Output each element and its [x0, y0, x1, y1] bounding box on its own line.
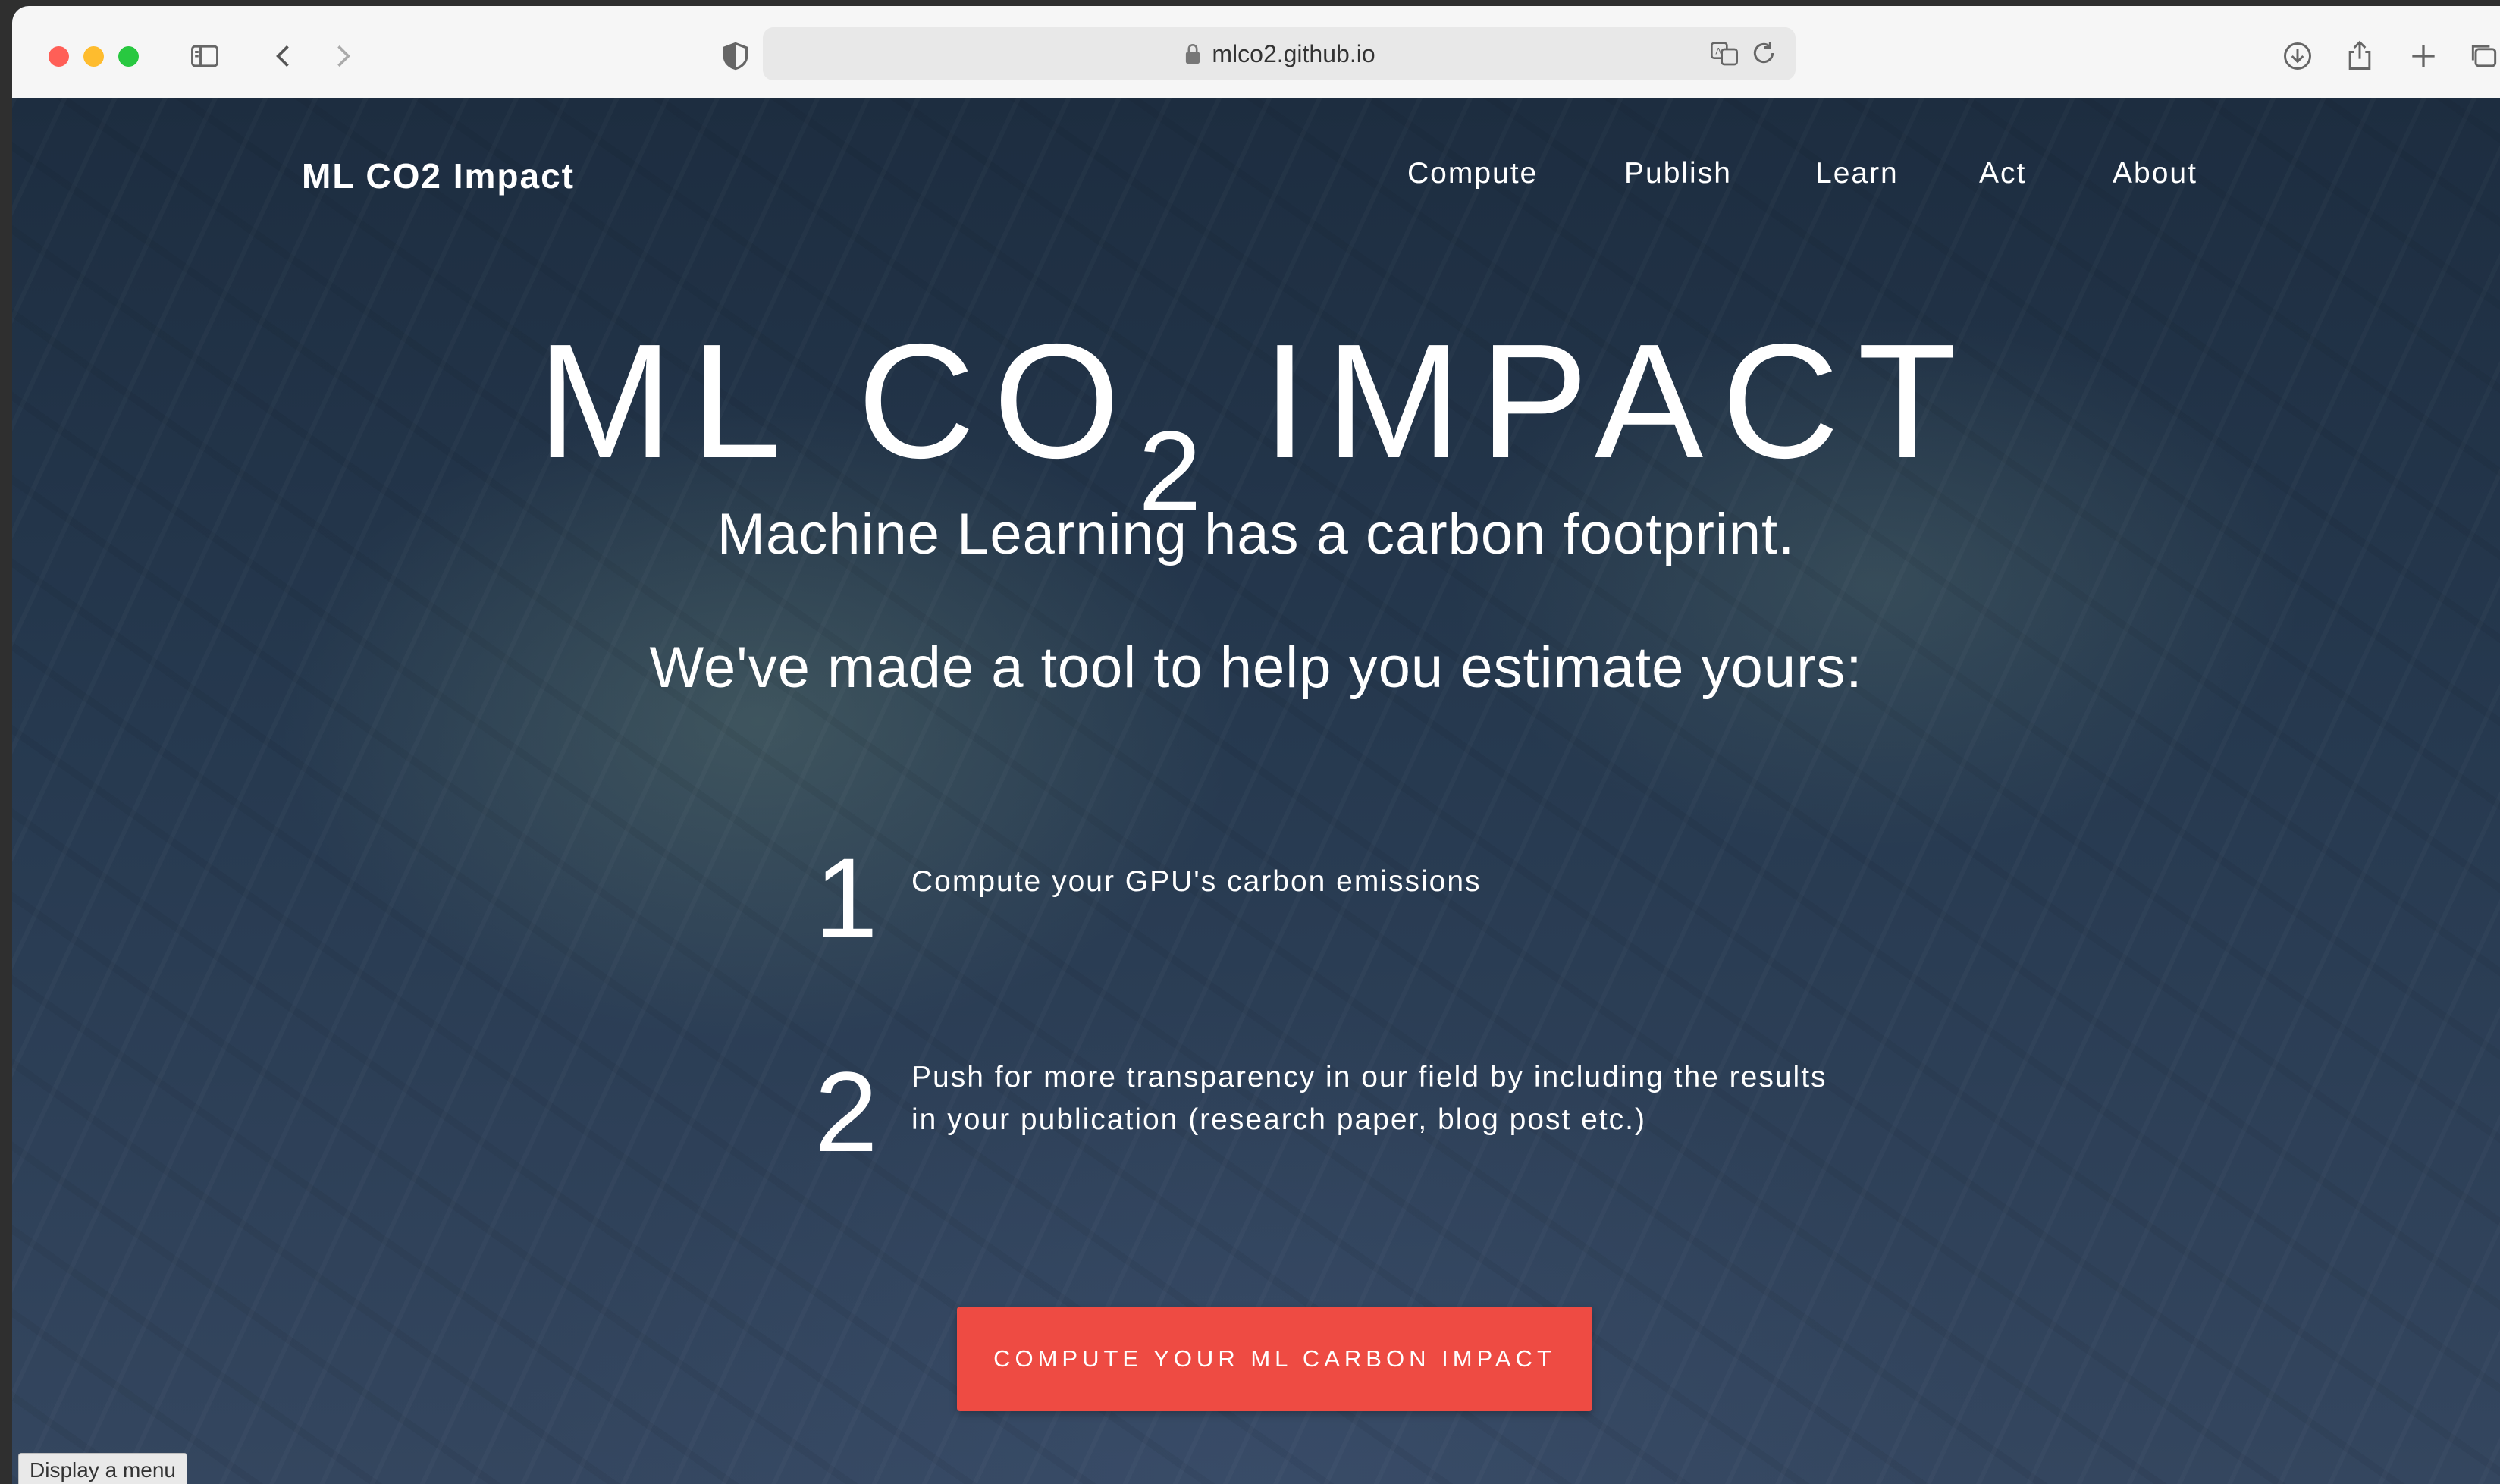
nav-about[interactable]: About — [2113, 157, 2197, 190]
step-text: Compute your GPU's carbon emissions — [911, 865, 1482, 898]
download-icon[interactable] — [2276, 35, 2319, 77]
close-window-button[interactable] — [49, 46, 69, 67]
tagline-carbon-footprint: Machine Learning has a carbon footprint. — [717, 502, 1796, 566]
forward-arrow-icon[interactable] — [322, 35, 364, 77]
step-number: 1 — [814, 834, 878, 962]
privacy-shield-icon[interactable] — [714, 35, 757, 77]
status-tooltip: Display a menu — [18, 1453, 187, 1484]
browser-window: mlco2.github.io A ML CO2 Impact Compute … — [12, 6, 2500, 1484]
step-text: Push for more transparency in our field … — [911, 1061, 1827, 1136]
hero-title-right: IMPACT — [1262, 309, 1975, 493]
lock-icon — [1186, 44, 1200, 64]
back-arrow-icon[interactable] — [262, 35, 305, 77]
hero-title: ML CO2 IMPACT — [12, 319, 2500, 528]
sidebar-icon[interactable] — [184, 35, 226, 77]
nav-compute[interactable]: Compute — [1407, 157, 1538, 190]
step-number: 2 — [814, 1048, 878, 1175]
new-tab-plus-icon[interactable] — [2402, 35, 2445, 77]
url-text: mlco2.github.io — [1212, 39, 1375, 67]
browser-toolbar: mlco2.github.io A — [12, 6, 2500, 99]
address-bar[interactable]: mlco2.github.io A — [763, 27, 1796, 80]
translate-icon[interactable]: A — [1709, 38, 1739, 68]
tab-overview-icon[interactable] — [2463, 35, 2500, 77]
main-nav: Compute Publish Learn Act About — [12, 157, 2500, 202]
svg-text:A: A — [1715, 47, 1721, 57]
hero-section: ML CO2 Impact Compute Publish Learn Act … — [12, 98, 2500, 1484]
nav-act[interactable]: Act — [1979, 157, 2026, 190]
reload-icon[interactable] — [1749, 38, 1779, 68]
minimize-window-button[interactable] — [83, 46, 104, 67]
zoom-window-button[interactable] — [118, 46, 139, 67]
nav-learn[interactable]: Learn — [1815, 157, 1899, 190]
tagline-estimate-tool: We've made a tool to help you estimate y… — [649, 635, 1863, 700]
share-icon[interactable] — [2338, 35, 2381, 77]
nav-publish[interactable]: Publish — [1624, 157, 1732, 190]
hero-title-left: ML CO — [537, 309, 1139, 493]
compute-impact-button[interactable]: COMPUTE YOUR ML CARBON IMPACT — [957, 1307, 1592, 1411]
